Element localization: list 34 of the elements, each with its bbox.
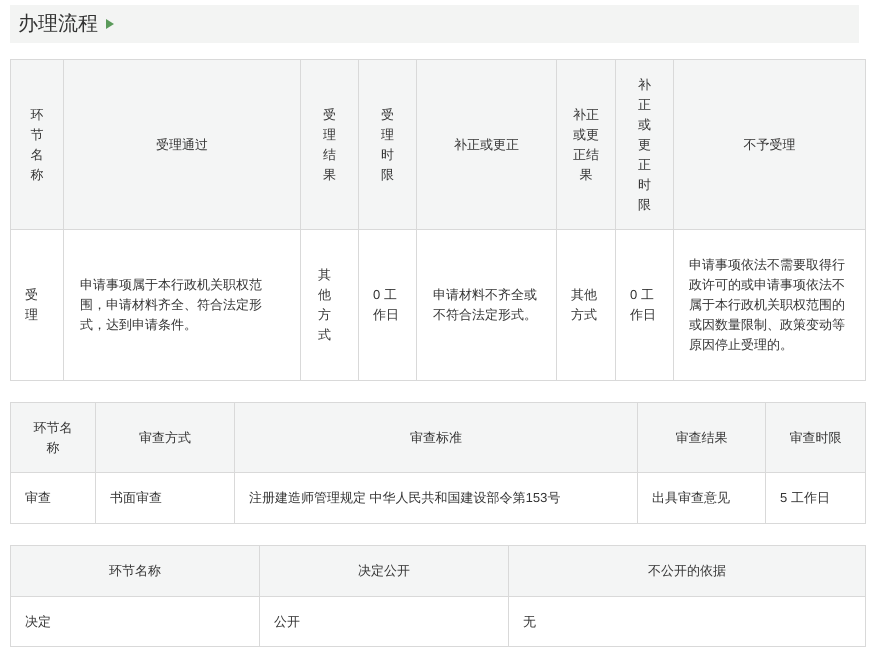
table-cell: 审查 <box>10 472 96 524</box>
section-title: 办理流程 <box>18 12 98 37</box>
column-header: 补正或更正 <box>416 60 556 230</box>
column-header: 环节名称 <box>10 402 96 472</box>
column-header: 环节名称 <box>10 60 64 230</box>
column-header: 受理通过 <box>64 60 300 230</box>
table-cell: 申请事项依法不需要取得行政许可的或申请事项依法不属于本行政机关职权范围的或因数量限制、政策变动等原因停止受理的。 <box>674 230 866 380</box>
table-cell: 其他方式 <box>556 230 616 380</box>
column-header: 受理时限 <box>358 60 416 230</box>
table-cell: 0 工作日 <box>358 230 416 380</box>
table-cell: 其他方式 <box>300 230 358 380</box>
column-header: 环节名称 <box>10 546 260 596</box>
table-cell: 无 <box>508 596 866 646</box>
table-cell: 注册建造师管理规定 中华人民共和国建设部令第153号 <box>234 472 638 524</box>
table-cell: 书面审查 <box>96 472 234 524</box>
column-header: 补正或更正时限 <box>616 60 674 230</box>
table-cell: 公开 <box>260 596 508 646</box>
table-cell: 决定 <box>10 596 260 646</box>
column-header: 补正或更正结果 <box>556 60 616 230</box>
triangle-icon <box>106 19 114 29</box>
table-cell: 受理 <box>10 230 64 380</box>
column-header: 审查结果 <box>638 402 766 472</box>
table-cell: 申请材料不齐全或不符合法定形式。 <box>416 230 556 380</box>
table-cell: 5 工作日 <box>766 472 866 524</box>
column-header: 不予受理 <box>674 60 866 230</box>
table-cell: 申请事项属于本行政机关职权范围，申请材料齐全、符合法定形式，达到申请条件。 <box>64 230 300 380</box>
column-header: 审查方式 <box>96 402 234 472</box>
table-cell: 出具审查意见 <box>638 472 766 524</box>
column-header: 受理结果 <box>300 60 358 230</box>
column-header: 决定公开 <box>260 546 508 596</box>
column-header: 不公开的依据 <box>508 546 866 596</box>
column-header: 审查标准 <box>234 402 638 472</box>
table-cell: 0 工作日 <box>616 230 674 380</box>
column-header: 审查时限 <box>766 402 866 472</box>
